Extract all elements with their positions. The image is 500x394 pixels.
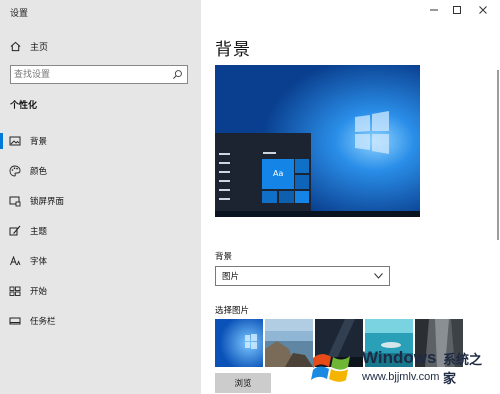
palette-icon bbox=[9, 165, 21, 177]
settings-sidebar: 设置 主页 个性化 背景 颜色 锁 bbox=[0, 0, 201, 394]
watermark: Windows 系统之家 www.bjjmlv.com bbox=[304, 344, 494, 388]
windows-logo-icon bbox=[311, 354, 350, 382]
watermark-url: www.bjjmlv.com bbox=[362, 371, 440, 383]
background-dropdown-value: 图片 bbox=[222, 272, 240, 282]
active-indicator bbox=[0, 133, 3, 149]
search-box[interactable] bbox=[10, 65, 188, 84]
sidebar-item-label: 开始 bbox=[30, 287, 48, 297]
window-title: 设置 bbox=[10, 9, 29, 19]
brush-icon bbox=[9, 225, 21, 236]
maximize-icon bbox=[453, 6, 461, 14]
desktop-preview: Aa bbox=[215, 65, 420, 217]
chevron-down-icon bbox=[374, 273, 383, 279]
thumbnail-image bbox=[215, 319, 263, 367]
sidebar-item-themes[interactable]: 主题 bbox=[0, 221, 201, 241]
start-icon bbox=[9, 286, 21, 296]
background-label: 背景 bbox=[215, 252, 233, 262]
scrollbar[interactable] bbox=[497, 70, 499, 240]
search-icon[interactable] bbox=[172, 69, 183, 80]
start-tile-text: Aa bbox=[273, 169, 284, 178]
thumbnail-windows-blue[interactable] bbox=[215, 319, 263, 367]
sidebar-item-background[interactable]: 背景 bbox=[0, 131, 201, 151]
home-icon bbox=[10, 41, 21, 51]
sidebar-item-label: 主题 bbox=[30, 227, 48, 237]
search-input[interactable] bbox=[14, 68, 164, 81]
close-button[interactable] bbox=[470, 3, 496, 17]
background-dropdown[interactable]: 图片 bbox=[215, 266, 390, 286]
taskbar-icon bbox=[9, 317, 21, 325]
choose-picture-label: 选择图片 bbox=[215, 306, 250, 316]
sidebar-item-label: 任务栏 bbox=[30, 317, 56, 327]
watermark-brand-cn: 系统之家 bbox=[443, 353, 483, 387]
sidebar-item-fonts[interactable]: 字体 bbox=[0, 251, 201, 271]
browse-button[interactable]: 浏览 bbox=[215, 373, 271, 393]
home-link[interactable]: 主页 bbox=[10, 38, 48, 54]
sidebar-item-label: 背景 bbox=[30, 137, 48, 147]
sidebar-item-lock-screen[interactable]: 锁屏界面 bbox=[0, 191, 201, 211]
home-label: 主页 bbox=[30, 42, 49, 53]
sidebar-item-taskbar[interactable]: 任务栏 bbox=[0, 311, 201, 331]
font-icon bbox=[10, 255, 21, 266]
minimize-icon bbox=[430, 9, 438, 11]
sidebar-item-label: 锁屏界面 bbox=[30, 197, 65, 207]
section-title-personalization: 个性化 bbox=[10, 101, 38, 111]
watermark-brand: Windows bbox=[362, 348, 437, 367]
lock-screen-icon bbox=[9, 196, 21, 207]
picture-icon bbox=[9, 136, 21, 146]
maximize-button[interactable] bbox=[444, 3, 470, 17]
sidebar-item-colors[interactable]: 颜色 bbox=[0, 161, 201, 181]
sidebar-item-label: 颜色 bbox=[30, 167, 48, 177]
close-icon bbox=[479, 6, 487, 14]
sidebar-item-start[interactable]: 开始 bbox=[0, 281, 201, 301]
sidebar-item-label: 字体 bbox=[30, 257, 48, 267]
main-pane: 背景 Aa 背景 图片 选择图片 浏览 Windows 系统之家 www.bjj… bbox=[201, 0, 500, 394]
page-title: 背景 bbox=[215, 40, 251, 60]
wallpaper-preview-image bbox=[215, 65, 420, 217]
